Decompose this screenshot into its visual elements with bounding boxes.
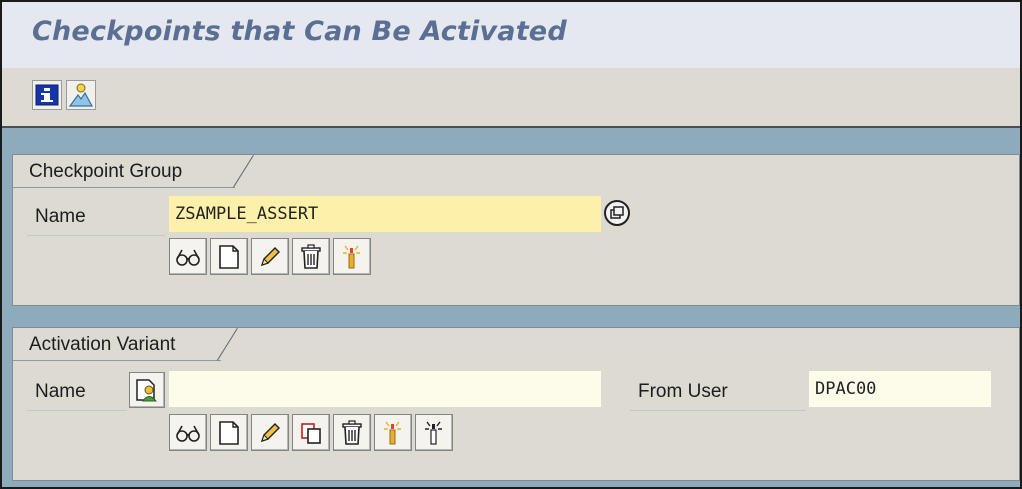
- value-help-icon: [604, 200, 630, 226]
- change-button[interactable]: [251, 414, 289, 451]
- activate-button[interactable]: [374, 414, 412, 451]
- info-button[interactable]: [32, 80, 62, 110]
- activate-icon: [384, 421, 401, 444]
- info-icon: [35, 84, 59, 106]
- delete-trash-icon: [301, 243, 321, 269]
- checkpoint-group-actions: [169, 238, 371, 275]
- sap-window: Checkpoints that Can Be Activated Checkp…: [0, 0, 1022, 489]
- create-button[interactable]: [210, 238, 248, 275]
- change-pencil-icon: [260, 422, 280, 442]
- activate-button[interactable]: [333, 238, 371, 275]
- panel-heading: Activation Variant: [13, 328, 221, 361]
- deactivate-icon: [425, 421, 442, 445]
- activation-variant-name-input[interactable]: [169, 371, 601, 407]
- delete-trash-icon: [342, 419, 362, 445]
- create-page-icon: [219, 420, 239, 445]
- from-user-label: From User: [638, 381, 728, 402]
- checkpoint-group-name-input[interactable]: ZSAMPLE_ASSERT: [169, 196, 601, 232]
- delete-button[interactable]: [292, 238, 330, 275]
- create-button[interactable]: [210, 414, 248, 451]
- label-underline: [27, 235, 165, 236]
- delete-button[interactable]: [333, 414, 371, 451]
- activation-variant-heading: Activation Variant: [29, 334, 176, 355]
- create-page-icon: [219, 244, 239, 269]
- title-bar: Checkpoints that Can Be Activated: [2, 2, 1020, 68]
- application-toolbar: [2, 68, 1020, 128]
- activation-variant-panel: Activation Variant Name From User DPAC00: [12, 327, 1020, 481]
- name-label: Name: [35, 206, 86, 227]
- label-underline: [630, 410, 806, 411]
- display-button[interactable]: [169, 238, 207, 275]
- checkpoint-group-heading: Checkpoint Group: [29, 161, 183, 182]
- activation-variant-actions: [169, 414, 453, 451]
- from-user-input[interactable]: DPAC00: [809, 371, 991, 407]
- variant-lookup-icon: [136, 379, 158, 402]
- page-title: Checkpoints that Can Be Activated: [32, 16, 567, 47]
- heading-divider: [232, 155, 254, 188]
- copy-icon: [301, 422, 321, 444]
- variant-lookup-button[interactable]: [129, 372, 165, 408]
- name-label: Name: [35, 381, 86, 402]
- user-landscape-icon: [68, 83, 94, 107]
- display-glasses-icon: [176, 249, 200, 266]
- copy-button[interactable]: [292, 414, 330, 451]
- panel-heading: Checkpoint Group: [13, 155, 235, 188]
- display-button[interactable]: [169, 414, 207, 451]
- change-button[interactable]: [251, 238, 289, 275]
- display-glasses-icon: [176, 425, 200, 442]
- user-settings-button[interactable]: [66, 80, 96, 110]
- label-underline: [27, 410, 127, 411]
- value-help-button[interactable]: [603, 199, 631, 227]
- activate-icon: [343, 245, 360, 268]
- deactivate-button[interactable]: [415, 414, 453, 451]
- checkpoint-group-panel: Checkpoint Group Name ZSAMPLE_ASSERT: [12, 154, 1020, 306]
- change-pencil-icon: [260, 246, 280, 266]
